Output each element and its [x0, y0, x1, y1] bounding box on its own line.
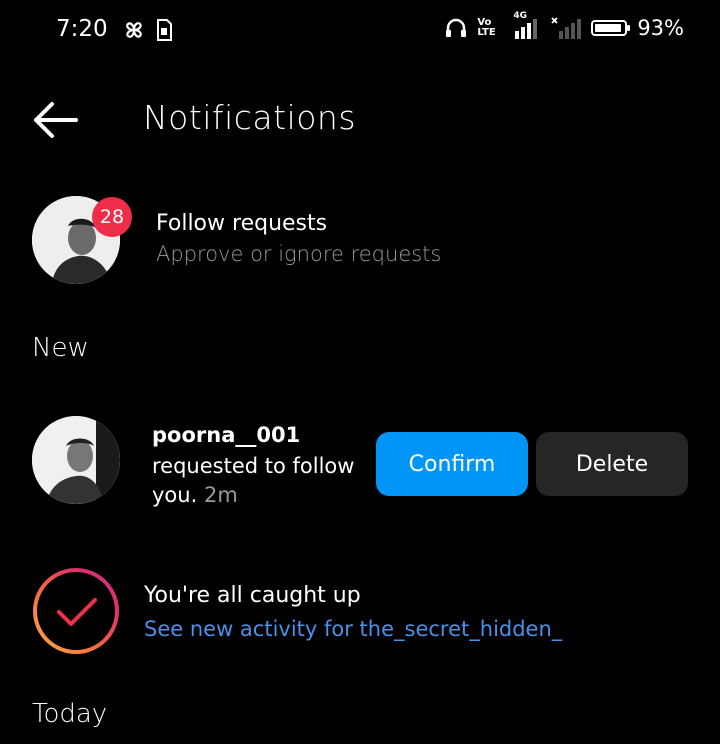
request-time: 2m — [203, 483, 238, 507]
status-right-icons: Vo LTE 4G 93% — [445, 11, 684, 40]
request-message: requested to follow you. — [152, 454, 355, 507]
section-new-heading: New — [32, 333, 89, 363]
requester-avatar[interactable] — [32, 416, 120, 504]
caught-up-title: You're all caught up — [144, 583, 361, 608]
check-icon — [33, 568, 119, 654]
battery-percent: 93% — [637, 16, 684, 40]
volte-label: Vo LTE — [477, 17, 496, 38]
headphones-icon — [446, 18, 467, 37]
arrow-left-icon[interactable] — [30, 100, 80, 140]
signal-off-icon — [551, 17, 582, 39]
see-new-activity-link[interactable]: See new activity for the_secret_hidden_ — [144, 617, 562, 641]
confirm-button[interactable]: Confirm — [376, 432, 528, 496]
signal-icon: 4G — [511, 11, 541, 39]
network-type: 4G — [513, 11, 527, 21]
follow-requests-title[interactable]: Follow requests — [156, 211, 327, 236]
page-title: Notifications — [143, 98, 357, 137]
follow-requests-badge: 28 — [92, 197, 132, 237]
requester-username[interactable]: poorna__001 — [152, 423, 300, 447]
sim-card-icon — [157, 19, 172, 41]
request-message-block: requested to follow you. 2m — [152, 452, 362, 510]
status-time: 7:20 — [56, 16, 108, 42]
battery-icon — [591, 20, 631, 36]
delete-button[interactable]: Delete — [536, 432, 688, 496]
status-left-icons — [122, 18, 172, 42]
person-photo-icon — [32, 416, 120, 504]
follow-requests-subtitle: Approve or ignore requests — [156, 242, 442, 266]
pinwheel-icon — [126, 22, 142, 38]
section-today-heading: Today — [32, 699, 108, 729]
